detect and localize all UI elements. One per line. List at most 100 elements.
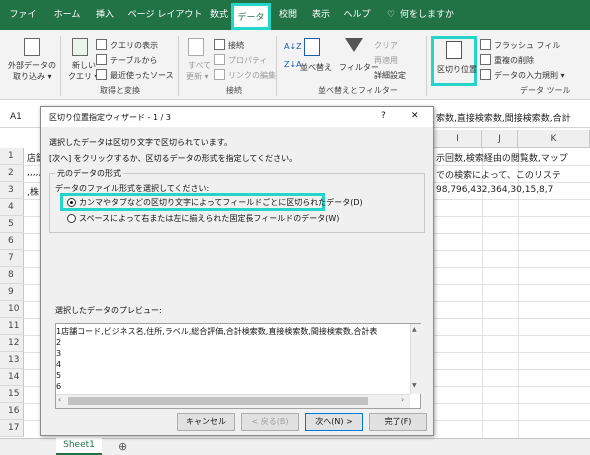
row-header[interactable]: 7 bbox=[0, 250, 24, 267]
edit-links-icon bbox=[214, 69, 225, 80]
tab-view[interactable]: 表示 bbox=[308, 0, 334, 30]
clear-button[interactable]: クリア bbox=[374, 40, 398, 51]
group-get-transform-label: 取得と変換 bbox=[100, 86, 140, 95]
filter-button[interactable]: フィルター bbox=[339, 62, 379, 73]
row-header[interactable]: 5 bbox=[0, 216, 24, 233]
group-connections-label: 接続 bbox=[226, 86, 242, 95]
tab-page-layout[interactable]: ページ レイアウト bbox=[124, 0, 206, 30]
new-query-icon bbox=[72, 38, 88, 56]
refresh-all-label[interactable]: すべて bbox=[188, 60, 211, 71]
row-header[interactable]: 10 bbox=[0, 301, 24, 318]
advanced-button[interactable]: 詳細設定 bbox=[374, 70, 406, 81]
row-header[interactable]: 6 bbox=[0, 233, 24, 250]
group-data-tools-label: データ ツール bbox=[520, 86, 571, 95]
preview-line: 3 bbox=[56, 349, 62, 358]
recent-sources-button[interactable]: 最近使ったソース bbox=[110, 70, 174, 81]
cell-h1-overflow[interactable]: 示回数,検索経由の閲覧数,マップ bbox=[436, 151, 568, 164]
row-header[interactable]: 9 bbox=[0, 284, 24, 301]
dialog-title: 区切り位置指定ウィザード - 1 / 3 bbox=[49, 113, 171, 122]
reapply-button[interactable]: 再適用 bbox=[374, 55, 398, 66]
tab-insert[interactable]: 挿入 bbox=[92, 0, 118, 30]
formula-input[interactable]: 索数,直接検索数,間接検索数,合計 bbox=[436, 111, 571, 124]
row-header[interactable]: 17 bbox=[0, 420, 24, 437]
text-to-columns-wizard-dialog: 区切り位置指定ウィザード - 1 / 3 ? ✕ 選択したデータは区切り文字で区… bbox=[40, 106, 434, 436]
sort-az-icon[interactable]: A↓Z bbox=[284, 42, 302, 51]
horizontal-scroll-thumb[interactable] bbox=[68, 397, 368, 405]
external-data-dropdown[interactable]: 取り込み ▾ bbox=[13, 71, 52, 82]
tab-home[interactable]: ホーム bbox=[52, 0, 82, 30]
recent-sources-icon bbox=[96, 69, 107, 80]
edit-links-button[interactable]: リンクの編集 bbox=[228, 70, 276, 81]
finish-button[interactable]: 完了(F) bbox=[369, 413, 427, 431]
data-validation-button[interactable]: データの入力規則 ▾ bbox=[494, 70, 565, 81]
cell-h2-overflow[interactable]: での検索によって、このリステ bbox=[436, 168, 561, 181]
row-header[interactable]: 14 bbox=[0, 369, 24, 386]
remove-duplicates-button[interactable]: 重複の削除 bbox=[494, 55, 534, 66]
from-table-button[interactable]: テーブルから bbox=[110, 55, 158, 66]
sort-za-icon[interactable]: Z↓A bbox=[284, 60, 302, 69]
tell-me-search[interactable]: 何をしますか bbox=[400, 0, 456, 30]
preview-line: 1店舗コード,ビジネス名,住所,ラベル,総合評価,合計検索数,直接検索数,間接検… bbox=[56, 327, 378, 336]
delimited-option-label[interactable]: カンマやタブなどの区切り文字によってフィールドごとに区切られたデータ(D) bbox=[79, 197, 363, 208]
row-header[interactable]: 8 bbox=[0, 267, 24, 284]
tab-formulas[interactable]: 数式 bbox=[206, 0, 232, 30]
external-data-label[interactable]: 外部データの bbox=[8, 60, 56, 71]
row-header[interactable]: 13 bbox=[0, 352, 24, 369]
data-validation-icon bbox=[480, 69, 491, 80]
row-header[interactable]: 11 bbox=[0, 318, 24, 335]
tab-data[interactable]: データ bbox=[231, 3, 271, 30]
tab-file[interactable]: ファイル bbox=[6, 0, 40, 50]
radio-fixed-width[interactable] bbox=[67, 214, 76, 223]
add-sheet-icon[interactable]: ⊕ bbox=[118, 438, 127, 455]
column-header-k[interactable]: K bbox=[518, 130, 590, 148]
row-header[interactable]: 4 bbox=[0, 199, 24, 216]
row-header[interactable]: 2 bbox=[0, 165, 24, 182]
refresh-all-dropdown[interactable]: 更新 ▾ bbox=[186, 71, 209, 82]
tab-review[interactable]: 校閲 bbox=[275, 0, 301, 30]
remove-duplicates-icon bbox=[480, 54, 491, 65]
row-header[interactable]: 16 bbox=[0, 403, 24, 420]
next-button[interactable]: 次へ(N) > bbox=[305, 413, 363, 431]
filter-icon bbox=[345, 38, 363, 52]
cancel-button[interactable]: キャンセル bbox=[177, 413, 235, 431]
fixed-width-option-label[interactable]: スペースによって右または左に揃えられた固定長フィールドのデータ(W) bbox=[79, 213, 339, 224]
format-group-title: 元のデータの形式 bbox=[55, 168, 123, 179]
scroll-down-icon[interactable]: ▼ bbox=[412, 382, 417, 389]
help-icon[interactable]: ? bbox=[381, 111, 386, 121]
tab-help[interactable]: ヘルプ bbox=[342, 0, 372, 30]
column-header-i[interactable]: I bbox=[434, 130, 482, 148]
row-header[interactable]: 12 bbox=[0, 335, 24, 352]
properties-button[interactable]: プロパティ bbox=[228, 55, 268, 66]
row-header[interactable]: 1 bbox=[0, 148, 24, 165]
data-preview-box[interactable]: 1店舗コード,ビジネス名,住所,ラベル,総合評価,合計検索数,直接検索数,間接検… bbox=[55, 323, 421, 409]
sheet-tab-sheet1[interactable]: Sheet1 bbox=[56, 438, 102, 455]
dialog-description-2: [次へ] をクリックするか、区切るデータの形式を指定してください。 bbox=[49, 154, 298, 163]
show-query-icon bbox=[96, 39, 107, 50]
sort-button[interactable]: 並べ替え bbox=[300, 62, 332, 73]
row-header[interactable]: 3 bbox=[0, 182, 24, 199]
new-query-label[interactable]: 新しい bbox=[72, 60, 96, 71]
preview-label: 選択したデータのプレビュー: bbox=[55, 306, 162, 315]
preview-line: 6 bbox=[56, 382, 62, 391]
connections-button[interactable]: 接続 bbox=[228, 40, 244, 51]
column-header-j[interactable]: J bbox=[482, 130, 518, 148]
radio-delimited[interactable] bbox=[67, 198, 76, 207]
cell-a3[interactable]: ,株 bbox=[27, 185, 39, 198]
name-box[interactable]: A1 bbox=[10, 112, 22, 122]
dialog-description-1: 選択したデータは区切り文字で区切られています。 bbox=[49, 138, 232, 147]
new-query-dropdown[interactable]: クエリ ▾ bbox=[68, 71, 99, 82]
text-to-columns-button[interactable]: 区切り位置 bbox=[437, 64, 477, 75]
lightbulb-icon: ♡ bbox=[386, 10, 396, 20]
show-query-button[interactable]: クエリの表示 bbox=[110, 40, 158, 51]
preview-line: 2 bbox=[56, 338, 62, 347]
connections-icon bbox=[214, 39, 225, 50]
row-header[interactable]: 15 bbox=[0, 386, 24, 403]
scroll-left-icon[interactable]: ‹ bbox=[58, 395, 61, 404]
close-icon[interactable]: ✕ bbox=[411, 111, 419, 121]
cell-h3-overflow[interactable]: 98,796,432,364,30,15,8,7 bbox=[436, 185, 553, 195]
back-button[interactable]: < 戻る(B) bbox=[241, 413, 299, 431]
scroll-right-icon[interactable]: › bbox=[401, 395, 404, 404]
scroll-up-icon[interactable]: ▲ bbox=[412, 326, 417, 333]
preview-line: 4 bbox=[56, 360, 62, 369]
flash-fill-button[interactable]: フラッシュ フィル bbox=[494, 40, 560, 51]
